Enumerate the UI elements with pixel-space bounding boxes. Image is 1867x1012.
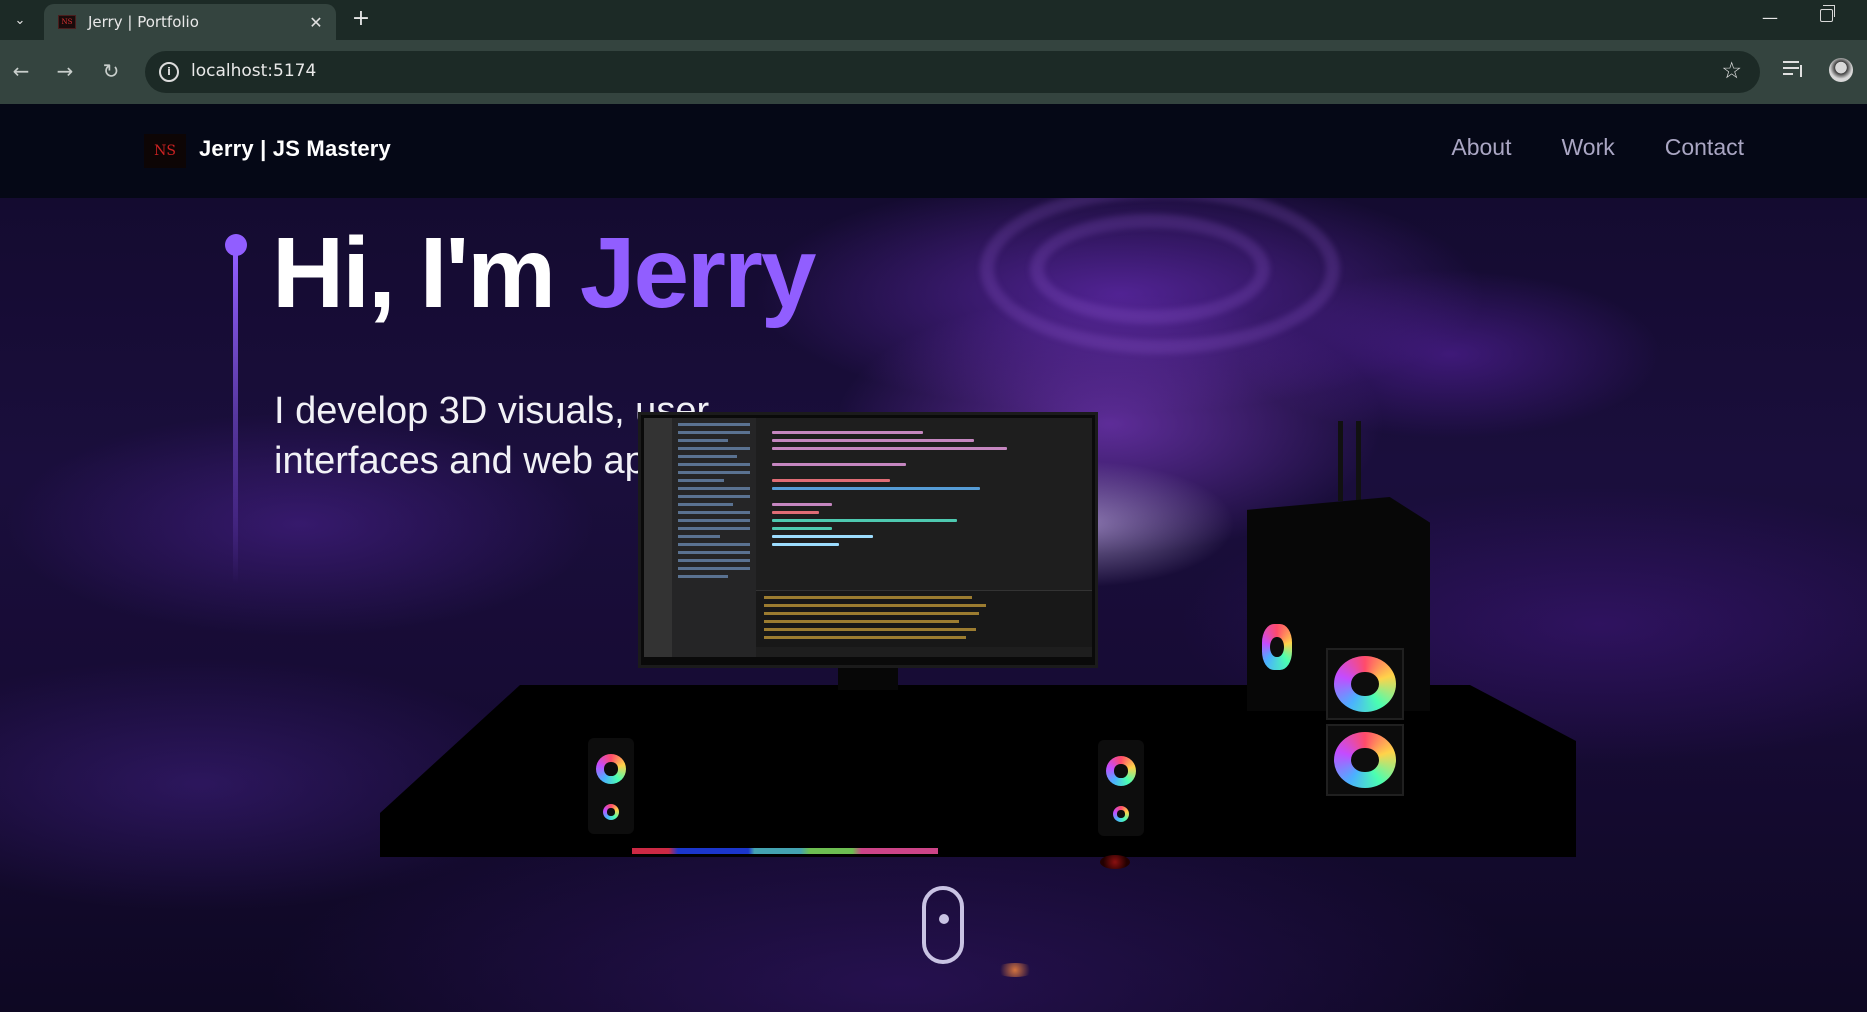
tab-search-chevron-down-icon[interactable]: ⌄: [8, 8, 32, 32]
editor-code: [756, 426, 1092, 576]
nav-link-work[interactable]: Work: [1561, 134, 1614, 161]
url-text[interactable]: localhost:5174: [191, 61, 316, 81]
minimize-icon[interactable]: —: [1762, 8, 1778, 27]
editor-explorer: [672, 418, 756, 657]
hero-line: [233, 254, 238, 584]
site-info-icon[interactable]: i: [159, 62, 179, 82]
pc-fan: [1326, 724, 1404, 796]
new-tab-plus-icon[interactable]: +: [348, 6, 374, 32]
rgb-keyboard: [632, 848, 938, 854]
nav-link-about[interactable]: About: [1451, 134, 1511, 161]
nav-links: About Work Contact: [1451, 134, 1744, 161]
browser-toolbar: ← → ↻ i localhost:5174 ☆: [0, 40, 1867, 104]
brand-name[interactable]: Jerry | JS Mastery: [199, 136, 391, 162]
3d-monitor: [638, 412, 1098, 668]
browser-tab[interactable]: NS Jerry | Portfolio ✕: [44, 4, 336, 40]
hero-greeting: Hi, I'm: [272, 217, 580, 329]
restore-icon[interactable]: [1820, 5, 1835, 22]
editor-activity-bar: [644, 418, 672, 657]
scroll-indicator[interactable]: [922, 886, 964, 964]
hero-name: Jerry: [579, 217, 817, 329]
forward-arrow-right-icon[interactable]: →: [52, 59, 78, 83]
scroll-indicator-dot: [939, 914, 949, 924]
code-editor-screen: [644, 418, 1092, 657]
tab-title: Jerry | Portfolio: [88, 13, 199, 31]
right-speaker: [1098, 740, 1144, 836]
media-control-icon[interactable]: [1783, 59, 1805, 79]
left-speaker: [588, 738, 634, 834]
site-navbar: NS Jerry | JS Mastery About Work Contact: [0, 104, 1867, 198]
tab-close-icon[interactable]: ✕: [306, 13, 326, 32]
site-logo[interactable]: NS: [144, 134, 186, 168]
profile-avatar[interactable]: [1829, 58, 1853, 82]
reload-icon[interactable]: ↻: [98, 59, 124, 83]
pc-antenna: [1338, 421, 1343, 501]
desk-mouse: [1100, 855, 1130, 869]
bookmark-star-icon[interactable]: ☆: [1721, 58, 1742, 84]
ember-glow: [995, 963, 1035, 977]
pc-antenna: [1356, 421, 1361, 501]
back-arrow-left-icon[interactable]: ←: [8, 59, 34, 83]
hero-line-dot: [225, 234, 247, 256]
address-bar[interactable]: i localhost:5174 ☆: [145, 51, 1760, 93]
tab-favicon: NS: [58, 15, 76, 29]
nav-link-contact[interactable]: Contact: [1665, 134, 1744, 161]
pc-side-fan: [1262, 624, 1292, 670]
hero-title: Hi, I'm Jerry: [272, 216, 817, 331]
background-swirl: [1030, 214, 1270, 324]
browser-tab-bar: ⌄ NS Jerry | Portfolio ✕ + —: [0, 0, 1867, 40]
editor-terminal: [756, 590, 1092, 647]
pc-fan: [1326, 648, 1404, 720]
